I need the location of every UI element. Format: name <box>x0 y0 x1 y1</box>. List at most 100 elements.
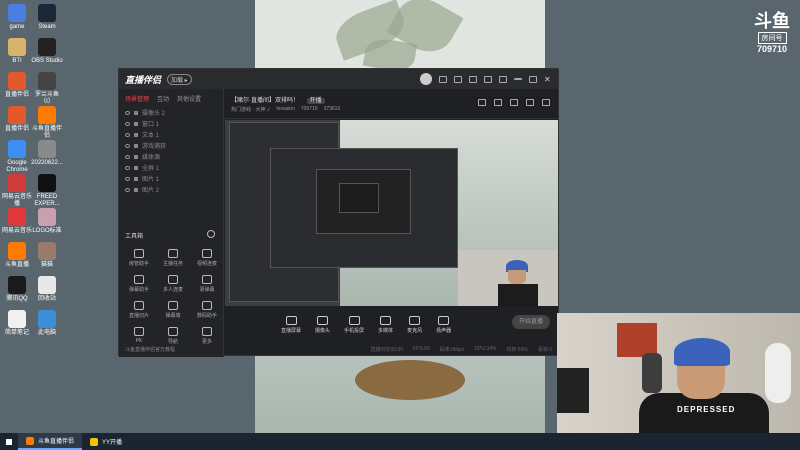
eye-icon[interactable] <box>125 143 130 148</box>
desktop-icon[interactable]: 20220622... <box>30 140 64 167</box>
desktop-icon[interactable]: 网易云音乐 <box>0 208 34 235</box>
record-icon[interactable] <box>510 99 518 106</box>
room-label: 房间号 <box>757 32 787 44</box>
lock-icon[interactable] <box>134 143 138 148</box>
left-tab[interactable]: 场景管理 <box>125 94 149 103</box>
left-tab[interactable]: 互动 <box>157 94 169 103</box>
scene-item[interactable]: 全屏 1 <box>119 162 223 173</box>
tool-button[interactable]: 房管助手 <box>123 249 155 267</box>
tool-button[interactable]: 弹幕助手 <box>123 275 155 293</box>
left-tab[interactable]: 其他设置 <box>177 94 201 103</box>
eye-icon[interactable] <box>125 110 130 115</box>
tool-button[interactable]: 录弹幕 <box>191 275 223 293</box>
lock-icon[interactable] <box>494 99 502 106</box>
desktop-icon[interactable]: 直播伴侣 <box>0 106 34 133</box>
source-button[interactable]: 扬声器 <box>436 316 451 334</box>
desktop-icon[interactable]: 此电脑 <box>30 310 64 337</box>
room-status: 热门游戏 · 大神 ✓ Invasion 709710 373610 <box>231 106 340 113</box>
preview-canvas[interactable] <box>225 120 558 306</box>
desktop-icon[interactable]: 简单笔记 <box>0 310 34 337</box>
scene-item[interactable]: 媒体源 <box>119 151 223 162</box>
desktop-icon[interactable]: 回收站 <box>30 276 64 303</box>
source-button[interactable]: 手机投屏 <box>344 316 364 334</box>
tool-button[interactable]: 更多 <box>191 327 223 345</box>
desktop-icon[interactable]: Steam <box>30 4 64 31</box>
eye-icon[interactable] <box>125 176 130 181</box>
lock-icon[interactable] <box>134 132 138 137</box>
app-icon <box>8 140 26 158</box>
desktop-icon[interactable]: 罗兰斗鱼（I） <box>30 72 64 106</box>
scene-item[interactable]: 窗口 1 <box>119 118 223 129</box>
tool-label: 直播切片 <box>128 313 149 319</box>
maximize-icon[interactable] <box>529 75 537 83</box>
eye-icon[interactable] <box>125 154 130 159</box>
desktop-icon[interactable]: LOGO标准 <box>30 208 64 235</box>
lock-icon[interactable] <box>134 187 138 192</box>
desktop-icon[interactable]: 斗鱼直播伴侣 <box>30 106 64 140</box>
tool-button[interactable]: 弹幕墙 <box>157 301 189 319</box>
gift-icon[interactable] <box>478 99 486 106</box>
source-button[interactable]: 直播屏幕 <box>281 316 301 334</box>
tool-icon <box>202 275 212 284</box>
tutorial-link[interactable]: 斗鱼直播伴侣官方教程 <box>125 346 175 353</box>
start-button[interactable] <box>0 433 18 450</box>
toolbox-settings-icon[interactable] <box>207 230 215 238</box>
desktop-icon[interactable]: OBS Studio <box>30 38 64 65</box>
lock-icon[interactable] <box>134 121 138 126</box>
bell-icon[interactable] <box>526 99 534 106</box>
scene-item[interactable]: 图片 2 <box>119 184 223 195</box>
scene-item[interactable]: 摄像头 2 <box>119 107 223 118</box>
lock-icon[interactable] <box>134 176 138 181</box>
desktop-icon[interactable]: FREED EXPER... <box>30 174 64 208</box>
desktop-icon[interactable]: 网易云音乐 播 <box>0 174 34 208</box>
desktop-icon-label: 此电脑 <box>37 330 56 336</box>
version-button[interactable]: 加载 ▸ <box>167 73 192 85</box>
stat-text: 丢帧:0 <box>537 347 552 353</box>
scene-item[interactable]: 图片 1 <box>119 173 223 184</box>
tool-icon <box>202 327 212 336</box>
tool-button[interactable]: PK <box>123 327 155 344</box>
desktop-icon[interactable]: 直播伴侣 <box>0 72 34 99</box>
lock-icon[interactable] <box>134 154 138 159</box>
desktop-icon[interactable]: BTI <box>0 38 34 65</box>
douyu-room-badge: 斗鱼 房间号 709710 <box>754 12 790 54</box>
taskbar-item[interactable]: YY开播 <box>82 433 130 450</box>
scene-item[interactable]: 文本 1 <box>119 129 223 140</box>
desktop-icon[interactable]: 猫猫 <box>30 242 64 269</box>
tool-button[interactable]: 直播切片 <box>123 301 155 319</box>
tool-button[interactable]: 主播任务 <box>157 249 189 267</box>
desktop-icon-label: 腾讯QQ <box>6 296 28 302</box>
blue-cap <box>674 338 730 366</box>
source-button[interactable]: 多媒体 <box>378 316 393 334</box>
feedback-icon[interactable] <box>469 75 477 83</box>
tool-button[interactable]: 多人连麦 <box>157 275 189 293</box>
eye-icon[interactable] <box>125 165 130 170</box>
lock-icon[interactable] <box>134 165 138 170</box>
eye-icon[interactable] <box>125 132 130 137</box>
desktop-icon[interactable]: game <box>0 4 34 31</box>
room-title[interactable]: 【赌尔·直播间】双排吗！ 开播 <box>231 95 325 104</box>
source-button[interactable]: 摄像头 <box>315 316 330 334</box>
avatar[interactable] <box>420 73 432 85</box>
desktop-icon[interactable]: Google Chrome <box>0 140 34 174</box>
tool-button[interactable]: 导航 <box>157 327 189 345</box>
lock-icon[interactable] <box>134 110 138 115</box>
menu-icon[interactable] <box>499 75 507 83</box>
close-icon[interactable]: ✕ <box>544 75 552 83</box>
message-icon[interactable] <box>439 75 447 83</box>
source-button[interactable]: 麦克风 <box>407 316 422 334</box>
settings-icon[interactable] <box>484 75 492 83</box>
tool-button[interactable]: 数码助手 <box>191 301 223 319</box>
share-icon[interactable] <box>542 99 550 106</box>
tool-button[interactable]: 视频连麦 <box>191 249 223 267</box>
scene-item[interactable]: 游戏捕获 <box>119 140 223 151</box>
eye-icon[interactable] <box>125 121 130 126</box>
taskbar-item[interactable]: 斗鱼直播伴侣 <box>18 433 83 450</box>
minimize-icon[interactable] <box>514 78 522 80</box>
desktop-icon[interactable]: 斗鱼直播 <box>0 242 34 269</box>
desktop-icon[interactable]: 腾讯QQ <box>0 276 34 303</box>
skin-icon[interactable] <box>454 75 462 83</box>
start-live-button[interactable]: 开始直播 <box>512 315 550 329</box>
app-icon <box>8 38 26 56</box>
eye-icon[interactable] <box>125 187 130 192</box>
